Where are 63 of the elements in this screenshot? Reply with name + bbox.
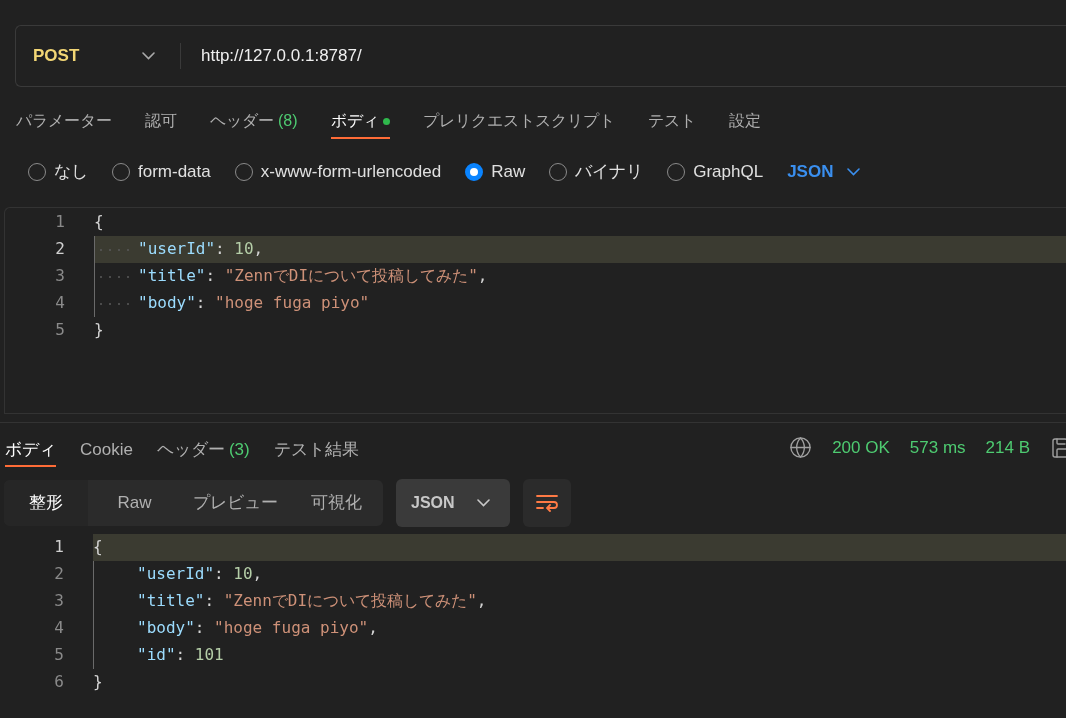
request-tab[interactable]: プレリクエストスクリプト [422, 109, 615, 139]
response-tab[interactable]: ボディ [5, 432, 56, 467]
response-tab[interactable]: Cookie [80, 432, 133, 467]
whitespace-dots-icon [97, 301, 131, 306]
line-number: 4 [54, 292, 65, 314]
code-line: "body": "hoge fuga piyo" [94, 289, 370, 317]
globe-icon[interactable] [789, 436, 813, 459]
status-text: 200 OK [832, 436, 890, 459]
line-number: 2 [53, 563, 64, 585]
request-tab[interactable]: 設定 [728, 109, 761, 139]
whitespace-dots-icon [97, 247, 131, 252]
request-tab[interactable]: ヘッダー (8) [210, 109, 298, 139]
chevron-down-icon [847, 167, 861, 176]
view-mode-tab[interactable]: Raw [88, 479, 181, 526]
wrap-lines-button[interactable] [523, 478, 571, 527]
code-line: } [94, 319, 104, 341]
code-line: "userId": 10, [94, 235, 264, 263]
language-dropdown[interactable]: JSON [787, 159, 861, 185]
response-tab[interactable]: テスト結果 [273, 432, 359, 467]
line-number: 1 [54, 211, 65, 233]
chevron-down-icon [142, 52, 155, 60]
request-url-bar[interactable]: POST http://127.0.0.1:8787/ [15, 25, 1066, 87]
size-text: 214 B [985, 436, 1030, 459]
code-line: "id": 101 [93, 641, 224, 669]
chevron-down-icon [477, 498, 490, 507]
radio-label: Raw [491, 161, 526, 183]
code-line: "title": "ZennでDIについて投稿してみた", [93, 587, 487, 615]
radio-label: form-data [138, 161, 211, 183]
line-number: 6 [53, 671, 64, 693]
request-tab[interactable]: テスト [647, 109, 696, 139]
line-number: 2 [54, 238, 65, 260]
response-editor[interactable]: 1 { 2 "userId": 10, 3 "title": "ZennでDIについて投稿してみた", 4 "body": "hoge fuga piyo", 5 "id": 101 6 } [4, 533, 1066, 718]
code-line: } [93, 671, 103, 693]
line-number: 5 [53, 644, 64, 666]
method-dropdown[interactable]: POST [16, 43, 181, 69]
radio-label: GraphQL [693, 161, 764, 183]
url-field[interactable]: http://127.0.0.1:8787/ [201, 43, 1066, 69]
response-tab[interactable]: ヘッダー (3) [156, 432, 250, 467]
request-tab[interactable]: パラメーター [16, 109, 112, 139]
request-editor[interactable]: 1 { 2 "userId": 10, 3 "title": "ZennでDIについて投稿してみた", 4 "body": "hoge fuga piyo" 5 } [4, 206, 1066, 414]
line-number: 4 [53, 617, 64, 639]
radio-button[interactable] [465, 162, 484, 181]
format-dropdown[interactable]: JSON [396, 478, 510, 527]
line-number: 3 [53, 590, 64, 612]
code-line: "body": "hoge fuga piyo", [93, 614, 378, 642]
code-line: "title": "ZennでDIについて投稿してみた", [94, 262, 488, 290]
line-number: 3 [54, 265, 65, 287]
line-number: 1 [53, 536, 64, 558]
code-line: { [94, 211, 104, 233]
whitespace-dots-icon [97, 274, 131, 279]
code-line: "userId": 10, [93, 560, 263, 588]
code-line: { [93, 536, 103, 558]
radio-label: なし [54, 161, 88, 183]
line-number: 5 [54, 319, 65, 341]
time-text: 573 ms [909, 436, 966, 459]
view-mode-tab[interactable]: 整形 [4, 479, 88, 526]
view-mode-tab[interactable]: 可視化 [290, 479, 383, 526]
radio-label: x-www-form-urlencoded [260, 161, 442, 183]
request-tab[interactable]: 認可 [145, 109, 177, 139]
view-mode-tab[interactable]: プレビュー [181, 479, 290, 526]
wrap-lines-icon [535, 492, 559, 513]
radio-label: バイナリ [575, 161, 644, 183]
request-tab[interactable]: ボディ [330, 109, 390, 139]
